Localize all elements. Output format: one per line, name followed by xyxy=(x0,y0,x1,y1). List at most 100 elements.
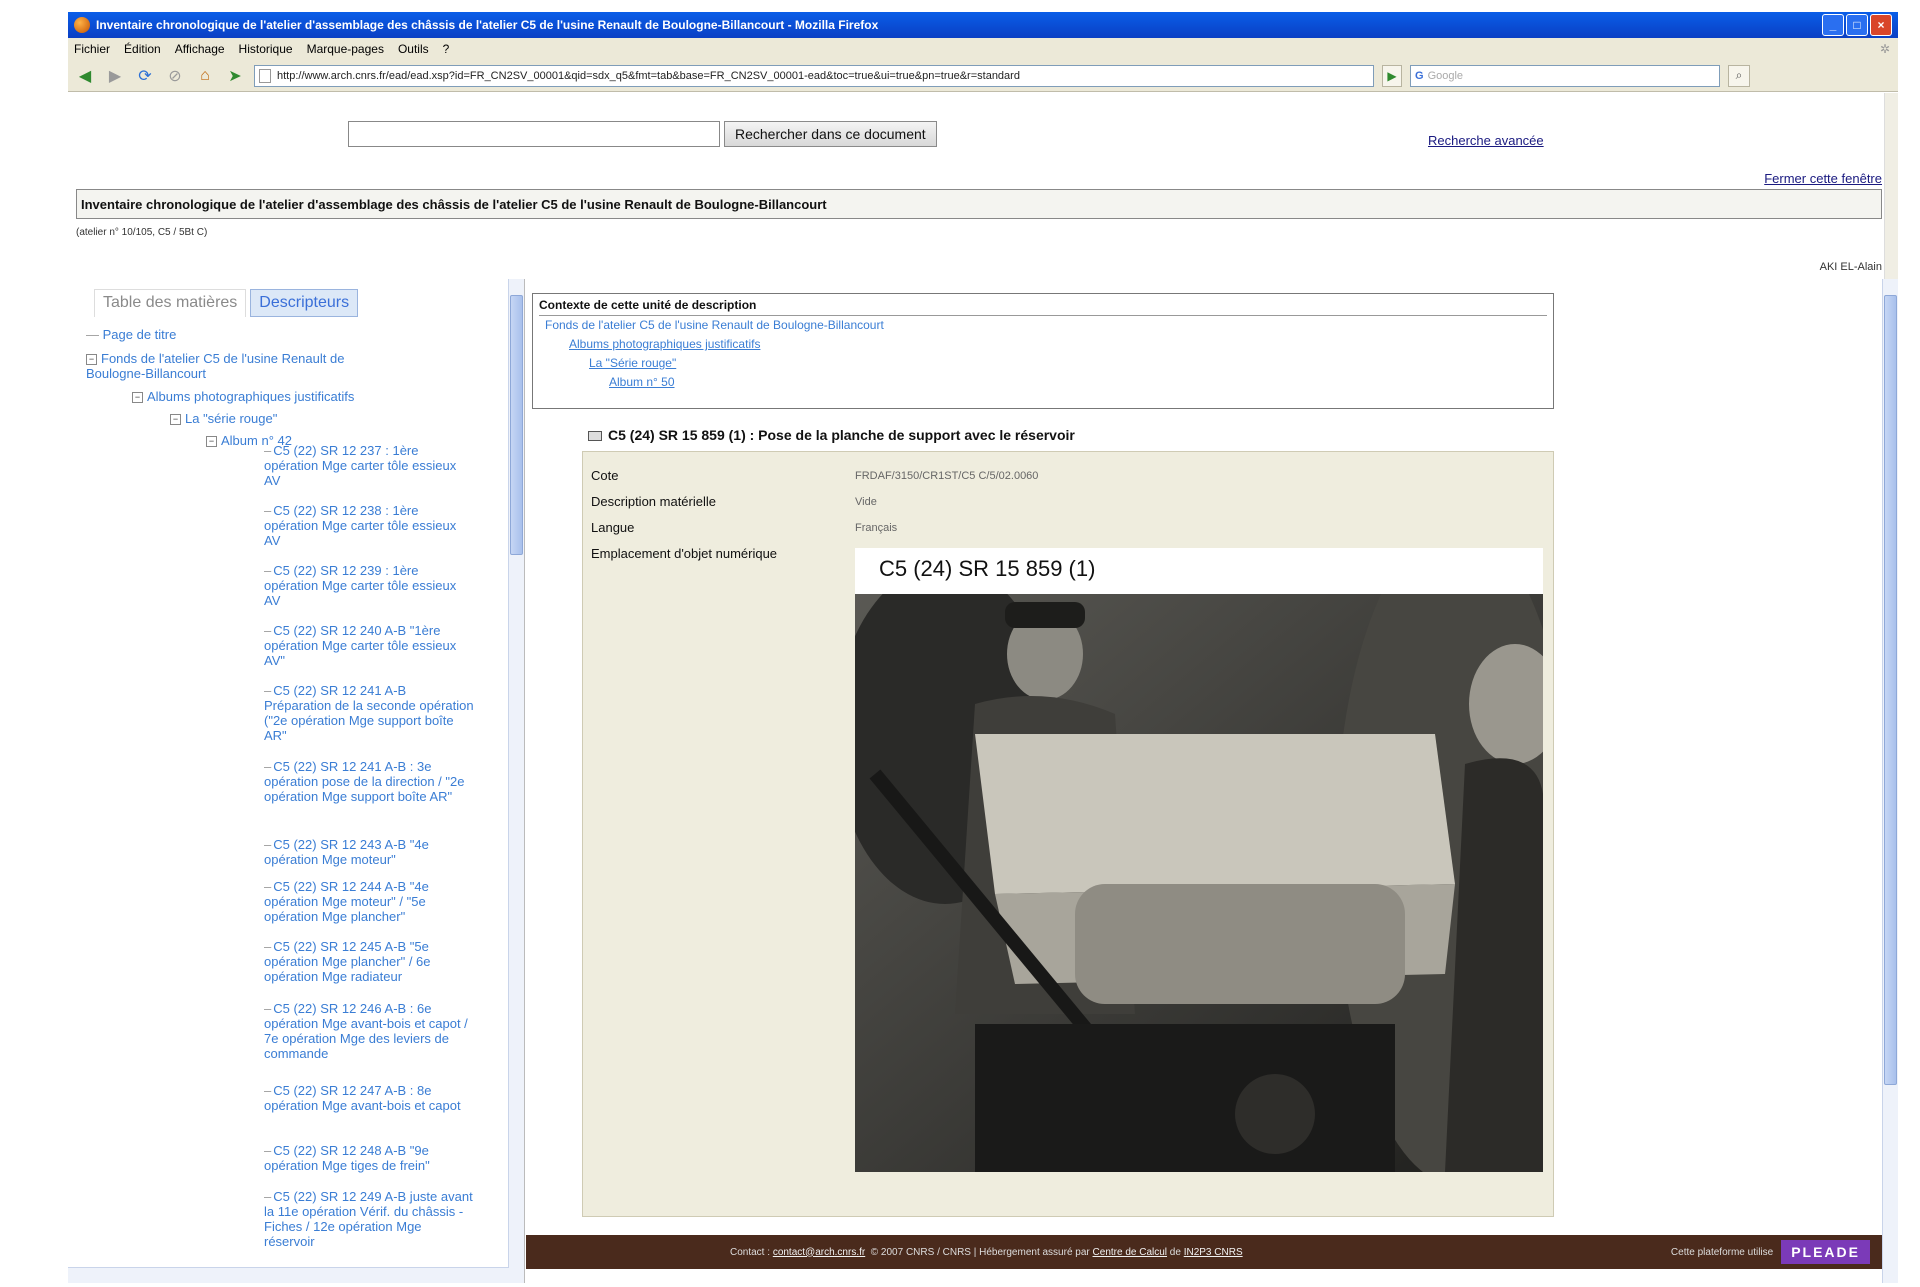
toc-item[interactable]: – C5 (22) SR 12 245 A-B "5e opération Mge… xyxy=(264,939,474,984)
forward-arrow-icon[interactable]: ▶ xyxy=(104,65,126,87)
search-magnifier-icon[interactable]: ⌕ xyxy=(1728,64,1750,87)
firefox-icon xyxy=(74,17,90,33)
field-value-langue: Français xyxy=(855,522,898,534)
document-author: AKI EL-Alain xyxy=(1819,261,1882,273)
menu-marque-pages[interactable]: Marque-pages xyxy=(307,42,384,56)
field-label-cote: Cote xyxy=(591,468,619,483)
scrollbar-thumb[interactable] xyxy=(1884,295,1897,1085)
collapse-icon[interactable]: − xyxy=(86,354,97,366)
field-label-langue: Langue xyxy=(591,520,635,535)
menu-fichier[interactable]: Fichier xyxy=(74,42,110,56)
toc-scrollbar[interactable] xyxy=(508,279,524,1283)
close-window-button[interactable]: × xyxy=(1870,14,1892,36)
menu-affichage[interactable]: Affichage xyxy=(175,42,225,56)
field-value-description: Vide xyxy=(855,496,877,508)
document-search: Rechercher dans ce document xyxy=(348,121,937,147)
toc-item[interactable]: – C5 (22) SR 12 240 A-B "1ère opération M… xyxy=(264,623,474,668)
toc-item[interactable]: – C5 (22) SR 12 243 A-B "4e opération Mge… xyxy=(264,837,474,867)
pleade-logo[interactable]: PLEADE xyxy=(1781,1240,1870,1264)
context-box: Contexte de cette unité de description F… xyxy=(532,293,1554,409)
home-icon[interactable]: ⌂ xyxy=(194,65,216,87)
footer-hosting: | Hébergement assuré par xyxy=(973,1246,1090,1258)
footer-host-separator: de xyxy=(1169,1246,1181,1258)
google-icon: G xyxy=(1415,69,1424,82)
toc-item[interactable]: – C5 (22) SR 12 246 A-B : 6e opération Mg… xyxy=(264,1001,474,1061)
description-details: Cote FRDAF/3150/CR1ST/C5 C/5/02.0060 Des… xyxy=(582,451,1554,1217)
toc-item[interactable]: – C5 (22) SR 12 248 A-B "9e opération Mge… xyxy=(264,1143,474,1173)
footer-copyright: © 2007 CNRS / CNRS xyxy=(870,1246,971,1258)
document-subtitle: (atelier n° 10/105, C5 / 5Bt C) xyxy=(76,227,208,238)
menu-aide[interactable]: ? xyxy=(443,42,450,56)
field-value-cote: FRDAF/3150/CR1ST/C5 C/5/02.0060 xyxy=(855,470,1039,482)
navigation-toolbar: ◀ ▶ ⟳ ⊘ ⌂ ➤ http://www.arch.cnrs.fr/ead/… xyxy=(68,60,1898,92)
unit-title: C5 (24) SR 15 859 (1) : Pose de la planc… xyxy=(588,427,1075,443)
url-bar[interactable]: http://www.arch.cnrs.fr/ead/ead.xsp?id=F… xyxy=(254,64,1374,87)
advanced-search-link[interactable]: Recherche avancée xyxy=(1428,133,1544,148)
footer-contact-label: Contact : xyxy=(730,1246,771,1258)
throbber-icon: ✲ xyxy=(1879,42,1890,56)
collapse-icon[interactable]: − xyxy=(132,392,143,404)
toc-item[interactable]: – C5 (22) SR 12 249 A-B juste avant la 11… xyxy=(264,1189,474,1249)
context-heading: Contexte de cette unité de description xyxy=(539,298,1547,316)
go-button[interactable]: ▶ xyxy=(1382,64,1402,87)
digital-object-frame: C5 (24) SR 15 859 (1) xyxy=(855,548,1543,1172)
menu-historique[interactable]: Historique xyxy=(239,42,293,56)
menu-bar: Fichier Édition Affichage Historique Mar… xyxy=(68,38,1898,60)
page-content: Rechercher dans ce document Recherche av… xyxy=(68,93,1898,1283)
field-label-description: Description matérielle xyxy=(591,494,716,509)
footer-contact-email[interactable]: contact@arch.cnrs.fr xyxy=(773,1247,865,1258)
document-title: Inventaire chronologique de l'atelier d'… xyxy=(76,189,1882,219)
minimize-button[interactable]: _ xyxy=(1822,14,1844,36)
toc-item[interactable]: – C5 (22) SR 12 237 : 1ère opération Mge … xyxy=(264,443,474,488)
page-icon xyxy=(259,68,271,83)
search-document-button[interactable]: Rechercher dans ce document xyxy=(724,121,937,147)
collapse-icon[interactable]: − xyxy=(170,414,181,426)
table-of-contents-panel: Table des matières Descripteurs — Page d… xyxy=(68,279,525,1283)
back-arrow-icon[interactable]: ◀ xyxy=(74,65,96,87)
reload-icon[interactable]: ⟳ xyxy=(134,65,156,87)
toc-item[interactable]: – C5 (22) SR 12 238 : 1ère opération Mge … xyxy=(264,503,474,548)
window-title: Inventaire chronologique de l'atelier d'… xyxy=(96,18,879,32)
window-titlebar: Inventaire chronologique de l'atelier d'… xyxy=(68,12,1898,38)
stop-icon[interactable]: ⊘ xyxy=(164,65,186,87)
search-engine-placeholder: Google xyxy=(1427,69,1464,82)
toc-fonds[interactable]: − Fonds de l'atelier C5 de l'usine Renaul… xyxy=(86,351,386,381)
tab-table-of-contents[interactable]: Table des matières xyxy=(94,289,247,317)
archival-photo[interactable] xyxy=(855,594,1543,1172)
toc-title-page[interactable]: — Page de titre xyxy=(86,327,176,342)
context-link-album[interactable]: Album n° 50 xyxy=(539,373,1547,392)
image-caption: C5 (24) SR 15 859 (1) xyxy=(879,556,1096,581)
browser-search-box[interactable]: G Google xyxy=(1410,64,1720,87)
tab-descripteurs[interactable]: Descripteurs xyxy=(250,289,359,317)
document-search-input[interactable] xyxy=(348,121,720,147)
description-scrollbar[interactable] xyxy=(1882,279,1898,1283)
page-scrollbar[interactable] xyxy=(1884,93,1898,279)
close-window-link[interactable]: Fermer cette fenêtre xyxy=(1764,171,1882,186)
site-footer: Contact : contact@arch.cnrs.fr © 2007 CN… xyxy=(526,1235,1882,1269)
footer-platform: Cette plateforme utilise PLEADE xyxy=(1671,1240,1870,1264)
url-text: http://www.arch.cnrs.fr/ead/ead.xsp?id=F… xyxy=(277,69,1020,82)
menu-edition[interactable]: Édition xyxy=(124,42,161,56)
toc-series[interactable]: − Albums photographiques justificatifs xyxy=(132,389,354,404)
scrollbar-thumb[interactable] xyxy=(510,295,523,555)
toc-item[interactable]: – C5 (22) SR 12 241 A-B : 3e opération po… xyxy=(264,759,474,804)
photo-illustration xyxy=(855,594,1543,1172)
toc-subseries[interactable]: − La "série rouge" xyxy=(170,411,277,426)
context-link-subseries[interactable]: La "Série rouge" xyxy=(539,354,1547,373)
field-label-emplacement: Emplacement d'objet numérique xyxy=(591,546,778,561)
menu-outils[interactable]: Outils xyxy=(398,42,429,56)
context-link-series[interactable]: Albums photographiques justificatifs xyxy=(539,335,1547,354)
description-panel: Contexte de cette unité de description F… xyxy=(526,279,1898,1283)
footer-host-link-2[interactable]: IN2P3 CNRS xyxy=(1184,1247,1243,1258)
context-link-fonds[interactable]: Fonds de l'atelier C5 de l'usine Renault… xyxy=(539,316,1547,335)
book-icon xyxy=(588,431,602,442)
collapse-icon[interactable]: − xyxy=(206,436,217,448)
toc-item[interactable]: – C5 (22) SR 12 239 : 1ère opération Mge … xyxy=(264,563,474,608)
toc-horizontal-scrollbar[interactable] xyxy=(68,1267,509,1283)
toc-item[interactable]: – C5 (22) SR 12 247 A-B : 8e opération Mg… xyxy=(264,1083,474,1113)
toc-item[interactable]: – C5 (22) SR 12 244 A-B "4e opération Mge… xyxy=(264,879,474,924)
toc-item[interactable]: – C5 (22) SR 12 241 A-B Préparation de la… xyxy=(264,683,474,743)
footer-host-link-1[interactable]: Centre de Calcul xyxy=(1093,1247,1167,1258)
bookmark-arrow-icon[interactable]: ➤ xyxy=(224,65,246,87)
maximize-button[interactable]: □ xyxy=(1846,14,1868,36)
